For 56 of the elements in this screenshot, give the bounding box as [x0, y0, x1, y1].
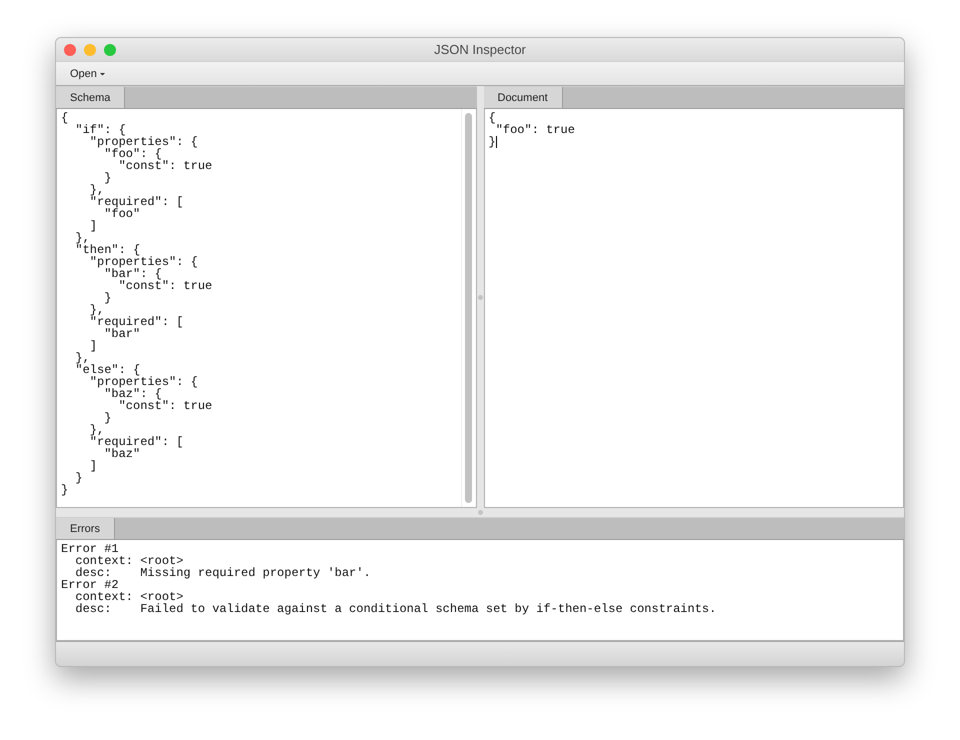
code-line: }, [74, 232, 90, 244]
code-line: ] [88, 340, 98, 352]
error-line: Error #2 [61, 579, 120, 591]
code-line: } [488, 136, 498, 148]
code-line: "else": { [74, 364, 140, 376]
errors-tab[interactable]: Errors [56, 518, 115, 539]
code-line: ] [88, 220, 98, 232]
code-line: "const": true [118, 400, 214, 412]
code-line: ] [88, 460, 98, 472]
code-line: } [74, 472, 84, 484]
code-line: "if": { [74, 124, 126, 136]
code-line: } [103, 172, 112, 184]
code-line: } [103, 292, 112, 304]
code-line: "bar": { [104, 268, 162, 280]
error-line: context: <root> [74, 591, 184, 603]
window-title: JSON Inspector [434, 42, 526, 57]
code-line: "const": true [118, 160, 214, 172]
code-line: "properties": { [88, 256, 199, 268]
close-button[interactable] [64, 44, 76, 56]
schema-tab[interactable]: Schema [56, 87, 126, 108]
code-line: }, [88, 304, 104, 316]
code-line: { [61, 112, 70, 124]
document-tab[interactable]: Document [484, 87, 563, 108]
code-line: "properties": { [88, 136, 199, 148]
splitter-handle[interactable] [478, 294, 482, 300]
open-menu[interactable]: Open [68, 68, 107, 80]
error-line: context: <root> [74, 555, 184, 567]
code-line: "baz" [104, 448, 140, 460]
error-line: Error #1 [61, 543, 120, 555]
document-editor[interactable]: { "foo": true } [484, 109, 904, 508]
code-line: "const": true [118, 280, 214, 292]
code-line: } [103, 412, 112, 424]
code-line: "baz": { [104, 388, 162, 400]
code-line: "foo": { [104, 148, 162, 160]
error-line: desc: Failed to validate against a conditional schema set by if-then-else constraints. [74, 603, 718, 615]
code-line: }, [88, 184, 104, 196]
code-line: "properties": { [88, 376, 199, 388]
code-line: }, [74, 352, 90, 364]
code-line: "required": [ [88, 196, 184, 208]
text-cursor [496, 136, 497, 148]
code-line: "foo": true [495, 124, 576, 136]
code-line: }, [88, 424, 104, 436]
code-line: { [488, 112, 497, 124]
code-line: "required": [ [88, 436, 184, 448]
schema-editor[interactable] [56, 109, 476, 508]
scrollbar-thumb[interactable] [465, 113, 472, 503]
zoom-button[interactable] [104, 44, 116, 56]
code-line: } [61, 484, 70, 496]
code-line: "foo" [104, 208, 140, 220]
code-line: "required": [ [88, 316, 184, 328]
minimize-button[interactable] [84, 44, 96, 56]
code-line: "then": { [74, 244, 140, 256]
splitter-handle[interactable] [478, 510, 482, 515]
error-line: desc: Missing required property 'bar'. [74, 567, 372, 579]
caret-icon [100, 72, 105, 76]
code-line: "bar" [104, 328, 140, 340]
